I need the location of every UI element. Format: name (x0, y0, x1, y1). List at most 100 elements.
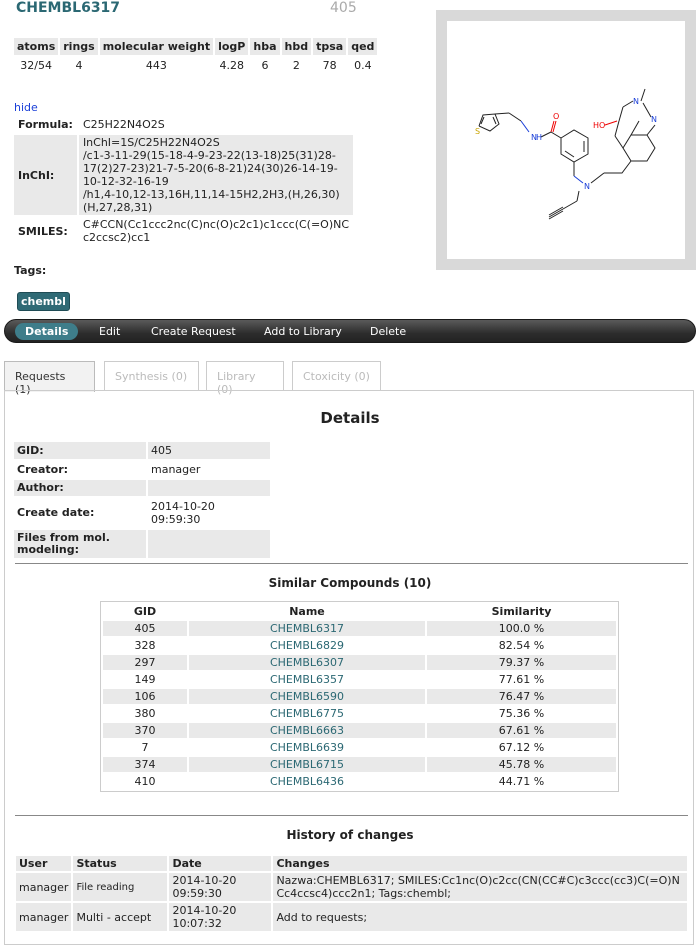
details-label: Creator: (14, 461, 146, 478)
details-value (148, 530, 270, 558)
history-header-user: User (16, 856, 72, 871)
molecule-atom-labels: O N H S N N HO N (475, 97, 657, 191)
similar-name-link[interactable]: CHEMBL6307 (189, 655, 425, 670)
inchi-line: 10-12-32-16-19 (82, 175, 169, 188)
similar-name-link[interactable]: CHEMBL6436 (189, 774, 425, 789)
inchi-line: (H,27,28,31) (82, 201, 153, 214)
prop-header: rings (60, 38, 98, 55)
prop-header: hba (250, 38, 280, 55)
atom-label-n: N (651, 115, 657, 124)
similar-value: 44.71 % (498, 775, 545, 788)
atom-label-o: O (553, 112, 559, 121)
similar-header-similarity: Similarity (491, 605, 552, 618)
tag-chip-chembl[interactable]: chembl (17, 292, 70, 311)
similar-value: 82.54 % (498, 639, 545, 652)
details-value: 2014-10-20 09:59:30 (148, 498, 270, 528)
properties-table: atoms rings molecular weight logP hba hb… (12, 36, 379, 76)
table-row: 297 CHEMBL6307 79.37 % (103, 655, 616, 670)
history-header-status: Status (73, 856, 168, 871)
similar-gid: 106 (103, 689, 187, 704)
similar-name-link[interactable]: CHEMBL6663 (189, 723, 425, 738)
compound-title: CHEMBL6317 (16, 0, 121, 16)
history-status: Multi - accept (73, 903, 168, 931)
details-label: Create date: (14, 498, 146, 528)
atom-label-s: S (475, 127, 480, 136)
similar-value: 77.61 % (498, 673, 545, 686)
atom-label-h: H (536, 133, 542, 142)
details-row: Creator: manager (14, 461, 270, 478)
similar-name-link[interactable]: CHEMBL6775 (189, 706, 425, 721)
nav-details[interactable]: Details (15, 323, 79, 340)
similar-header-row: GID Name Similarity (103, 604, 616, 619)
nav-add-to-library[interactable]: Add to Library (254, 324, 352, 339)
prop-header: molecular weight (99, 38, 214, 55)
history-header-date: Date (169, 856, 272, 871)
similar-gid: 380 (134, 707, 156, 720)
properties-header-row: atoms rings molecular weight logP hba hb… (14, 38, 378, 55)
action-navbar: Details Edit Create Request Add to Libra… (4, 319, 696, 343)
tags-label: Tags: (14, 264, 47, 277)
history-heading: History of changes (286, 828, 414, 842)
molecule-drawing: O N H S N N HO N (475, 88, 657, 220)
tab-synthesis[interactable]: Synthesis (0) (104, 361, 199, 391)
history-user: manager (16, 903, 72, 931)
prop-value: 4.28 (219, 59, 244, 72)
history-changes: Nazwa:CHEMBL6317; SMILES:Cc1nc(O)c2cc(CN… (273, 873, 687, 901)
similar-gid: 7 (141, 741, 149, 754)
details-row: GID: 405 (14, 442, 270, 459)
hide-link[interactable]: hide (14, 101, 38, 114)
prop-value: 32/54 (20, 59, 52, 72)
details-label: Author: (14, 480, 146, 496)
prop-value: 4 (75, 59, 83, 72)
properties-value-row: 32/54 4 443 4.28 6 2 78 0.4 (14, 57, 377, 74)
similar-name-link[interactable]: CHEMBL6317 (189, 621, 425, 636)
prop-header: atoms (14, 38, 59, 55)
history-user: manager (16, 873, 72, 901)
similar-name-link[interactable]: CHEMBL6357 (189, 672, 425, 687)
prop-value: 443 (145, 59, 167, 72)
table-row: 380 CHEMBL6775 75.36 % (103, 706, 616, 721)
atom-label-ho: HO (593, 121, 605, 130)
details-row: Create date: 2014-10-20 09:59:30 (14, 498, 270, 528)
similar-header-name: Name (289, 605, 325, 618)
atom-label-n: N (633, 97, 639, 106)
section-divider (15, 815, 688, 816)
similar-header-gid: GID (133, 605, 157, 618)
molecule-structure: O N H S N N HO N (447, 21, 685, 259)
inchi-line: /h1,4-10,12-13,16H,11,14-15H2,2H3,(H,26,… (82, 188, 340, 201)
tab-ctoxicity[interactable]: Ctoxicity (0) (292, 361, 381, 391)
prop-header: qed (348, 38, 378, 55)
similar-name-link[interactable]: CHEMBL6590 (189, 689, 425, 704)
section-divider (15, 563, 688, 564)
table-row: 7 CHEMBL6639 67.12 % (103, 740, 616, 755)
smiles-line: C#CCN(Cc1ccc2nc(C)nc(O)c2c1)c1ccc(C(=O)N… (82, 218, 350, 231)
tab-library[interactable]: Library (0) (206, 361, 284, 396)
table-row: manager Multi - accept 2014-10-20 10:07:… (16, 903, 687, 931)
table-row: 374 CHEMBL6715 45.78 % (103, 757, 616, 772)
prop-header: logP (215, 38, 249, 55)
prop-value: 78 (322, 59, 337, 72)
similar-gid: 297 (103, 655, 187, 670)
tab-requests[interactable]: Requests (1) (4, 361, 95, 396)
compound-gid: 405 (330, 0, 357, 16)
table-row: 328 CHEMBL6829 82.54 % (103, 638, 616, 653)
prop-value: 0.4 (354, 59, 372, 72)
history-header-row: User Status Date Changes (16, 856, 687, 871)
nav-create-request[interactable]: Create Request (141, 324, 246, 339)
similar-name-link[interactable]: CHEMBL6639 (189, 740, 425, 755)
nav-delete[interactable]: Delete (360, 324, 416, 339)
similar-value: 67.12 % (498, 741, 545, 754)
similar-name-link[interactable]: CHEMBL6829 (189, 638, 425, 653)
prop-value: 6 (261, 59, 269, 72)
similar-name-link[interactable]: CHEMBL6715 (189, 757, 425, 772)
history-date: 2014-10-20 09:59:30 (169, 873, 272, 901)
nav-edit[interactable]: Edit (89, 324, 130, 339)
formula-label: Formula: (18, 118, 73, 131)
similar-gid: 410 (134, 775, 156, 788)
similar-value: 67.61 % (427, 723, 616, 738)
identifiers-table: Formula: C25H22N4O2S InChI: InChI=1S/C25… (12, 114, 355, 247)
molecule-image-frame: O N H S N N HO N (436, 10, 696, 270)
molecule-bonds (478, 88, 656, 220)
inchi-line: 17(2)27-23)21-7-5-20(6-8-21)24(30)26-14-… (82, 162, 338, 175)
similar-gid: 149 (134, 673, 156, 686)
